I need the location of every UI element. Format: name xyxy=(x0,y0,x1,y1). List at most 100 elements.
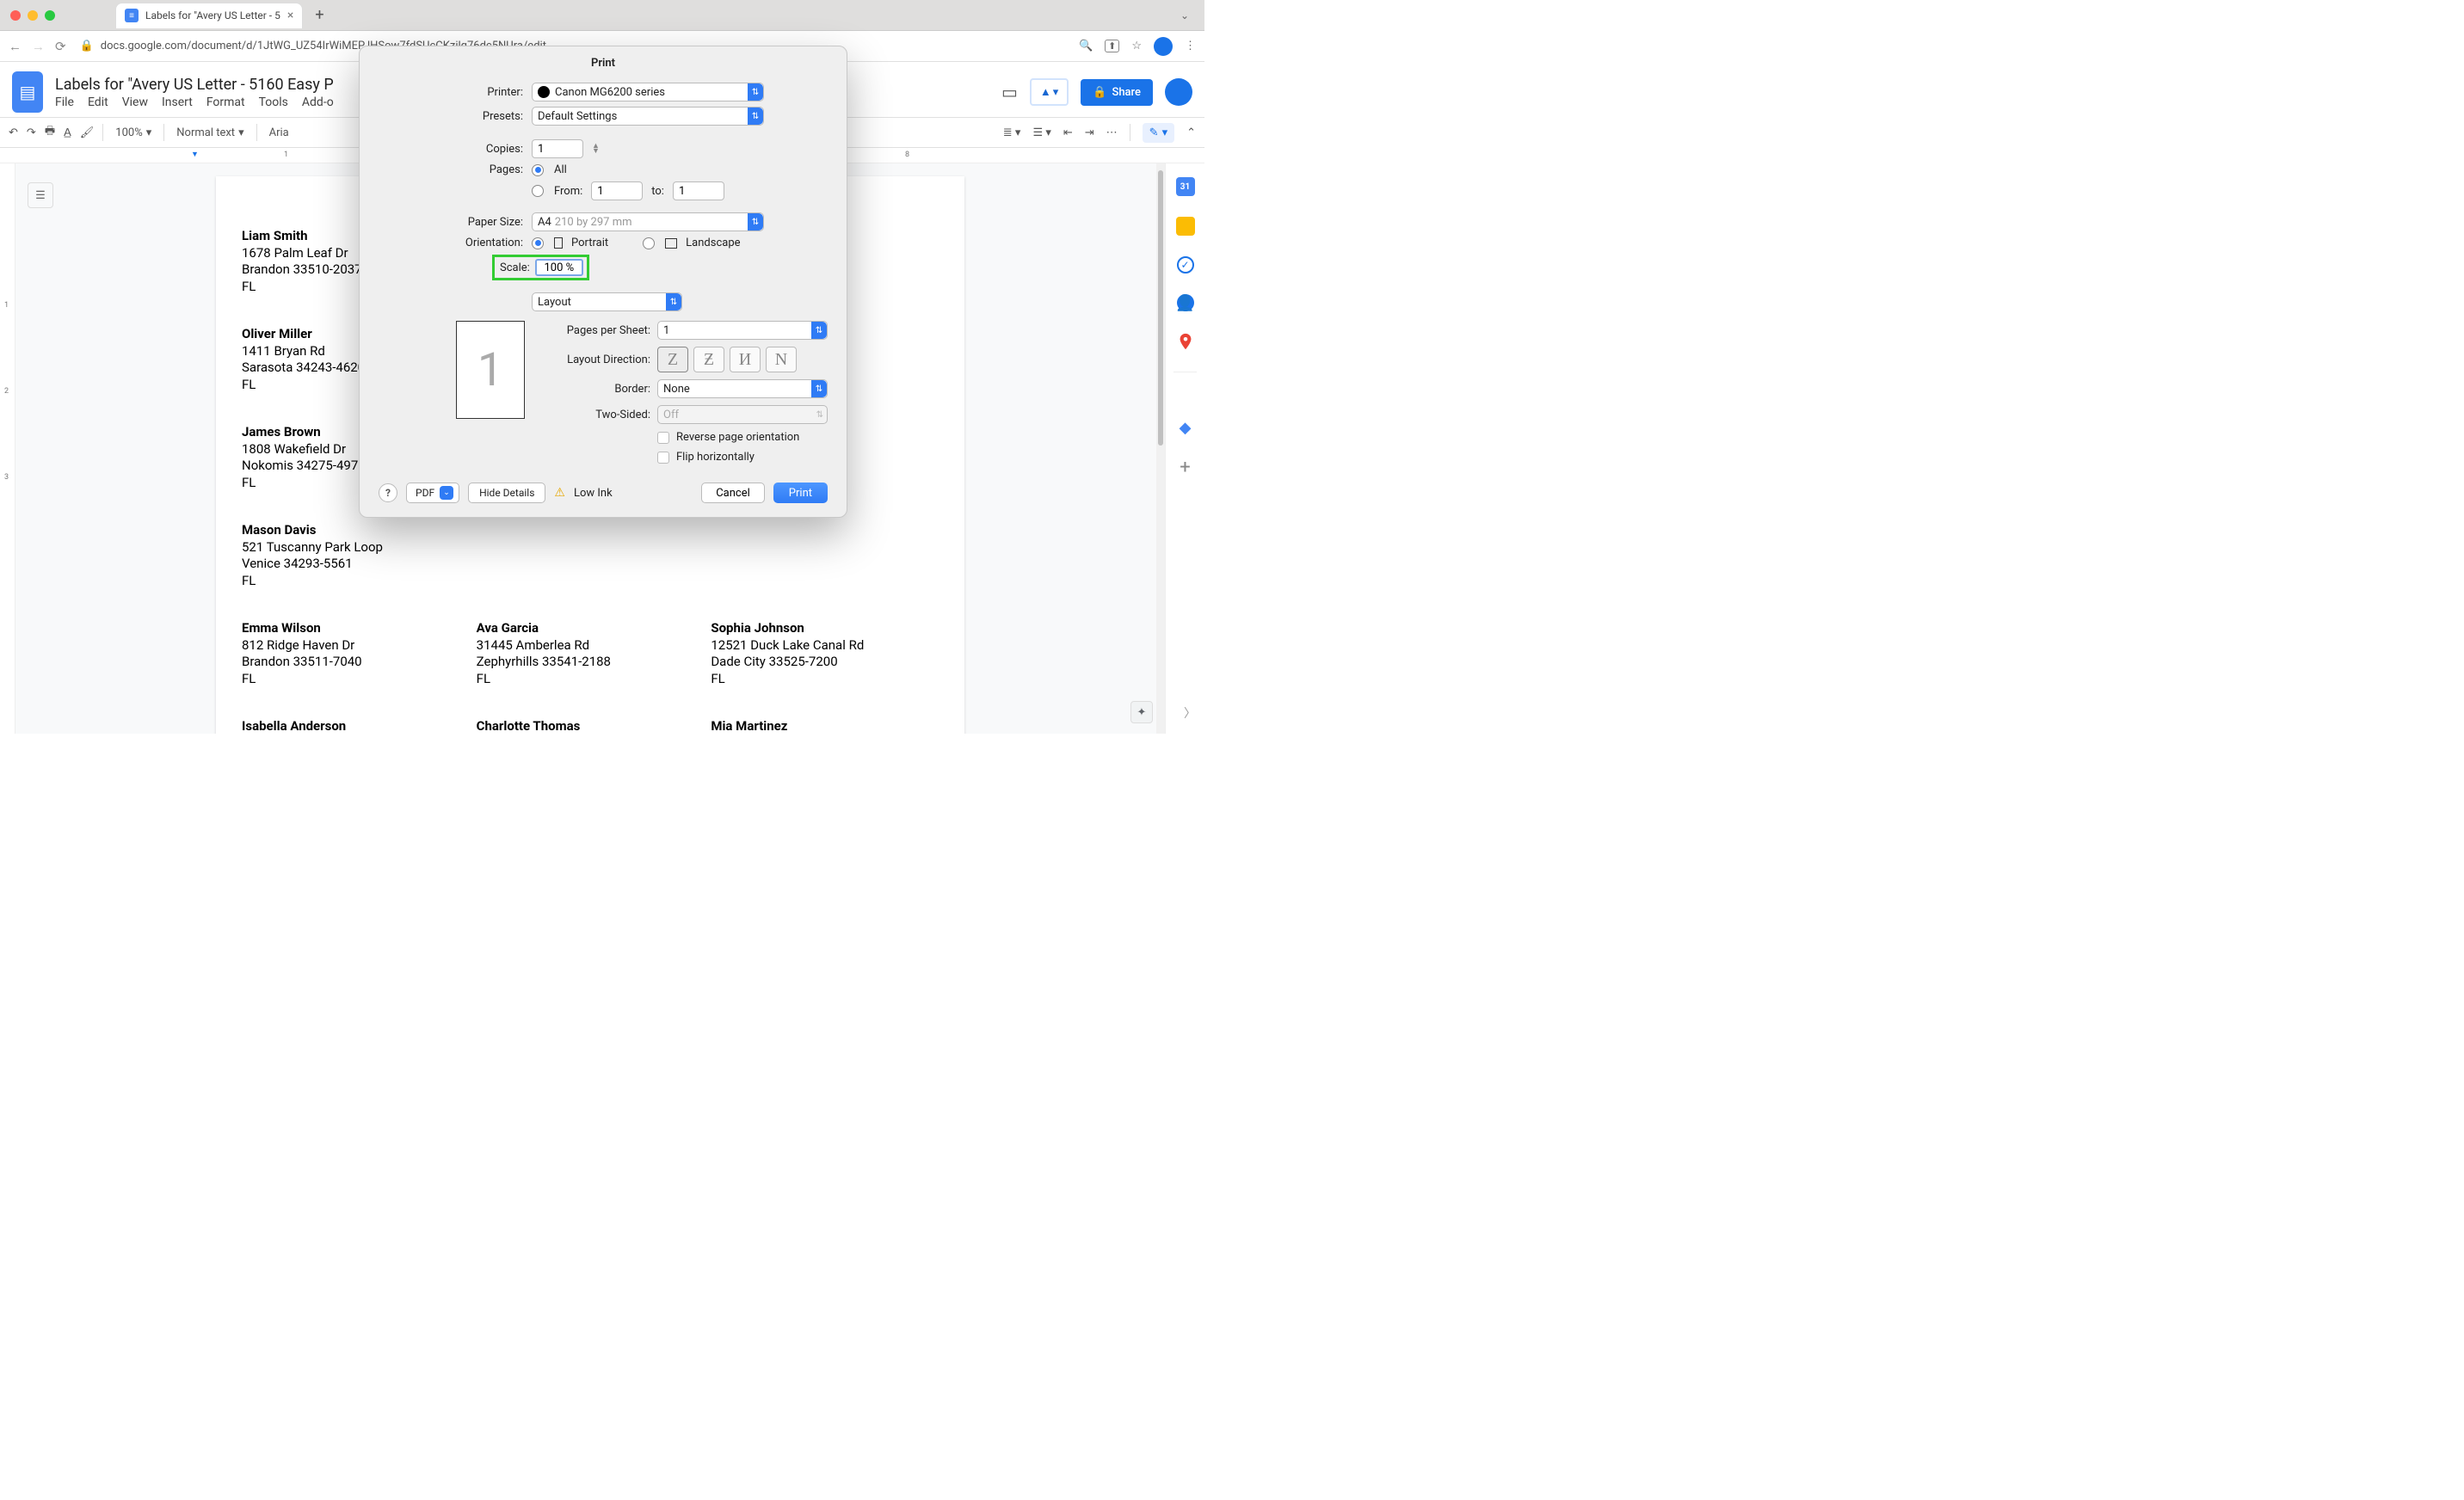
copies-label: Copies: xyxy=(379,143,523,156)
close-window-icon[interactable] xyxy=(10,10,21,21)
tasks-icon[interactable]: ✓ xyxy=(1177,256,1194,274)
presets-select[interactable]: Default Settings ⇅ xyxy=(532,107,764,126)
menu-addons[interactable]: Add-o xyxy=(302,95,334,109)
indent-marker-icon[interactable]: ▼ xyxy=(191,150,199,159)
collapse-toolbar-icon[interactable]: ⌃ xyxy=(1186,126,1196,139)
spellcheck-icon[interactable]: A̲ xyxy=(64,126,71,139)
browser-actions: 🔍 ⬆ ☆ ⋮ xyxy=(1079,37,1196,56)
paper-size-select[interactable]: A4 210 by 297 mm ⇅ xyxy=(532,212,764,231)
printer-label: Printer: xyxy=(379,86,523,99)
outline-toggle-button[interactable]: ☰ xyxy=(28,182,53,208)
calendar-icon[interactable]: 31 xyxy=(1176,177,1195,196)
cancel-button[interactable]: Cancel xyxy=(701,483,765,503)
menu-view[interactable]: View xyxy=(122,95,148,109)
install-icon[interactable]: ⬆ xyxy=(1105,40,1119,52)
bulleted-list-icon[interactable]: ≣ ▾ xyxy=(1003,126,1021,139)
keep-icon[interactable] xyxy=(1176,217,1195,236)
back-icon[interactable]: ← xyxy=(9,39,22,54)
explore-button[interactable]: ✦ xyxy=(1130,701,1153,723)
browser-menu-icon[interactable]: ⋮ xyxy=(1185,40,1196,52)
present-button[interactable]: ▲▾ xyxy=(1030,78,1069,106)
close-tab-icon[interactable]: × xyxy=(287,9,293,22)
pages-all-radio[interactable] xyxy=(532,164,544,176)
browser-tab[interactable]: ≡ Labels for "Avery US Letter - 5 × xyxy=(115,3,303,28)
orientation-portrait-radio[interactable] xyxy=(532,237,544,249)
pdf-menu-button[interactable]: PDF ⌄ xyxy=(406,483,459,503)
layout-dir-1[interactable]: Z xyxy=(657,347,688,372)
share-button[interactable]: 🔒 Share xyxy=(1081,79,1153,106)
addon-icon[interactable]: ◆ xyxy=(1176,418,1195,437)
redo-icon[interactable]: ↷ xyxy=(27,126,36,139)
address-label: Charlotte Thomas14603 Sydney RdDover 335… xyxy=(477,718,705,734)
print-button[interactable]: Print xyxy=(773,483,828,503)
menu-format[interactable]: Format xyxy=(206,95,245,109)
sidepanel-collapse-icon[interactable]: 〉 xyxy=(1184,704,1196,722)
style-select[interactable]: Normal text▾ xyxy=(173,126,247,139)
add-addon-icon[interactable]: + xyxy=(1176,458,1195,476)
address-label: Ava Garcia31445 Amberlea RdZephyrhills 3… xyxy=(477,620,705,687)
reload-icon[interactable]: ⟳ xyxy=(55,39,66,54)
maps-icon[interactable] xyxy=(1176,332,1195,351)
docs-logo-icon[interactable]: ▤ xyxy=(12,71,43,113)
numbered-list-icon[interactable]: ☰ ▾ xyxy=(1032,126,1050,139)
font-select[interactable]: Aria xyxy=(266,126,293,139)
layout-dir-4[interactable]: N xyxy=(766,347,797,372)
menu-tools[interactable]: Tools xyxy=(259,95,288,109)
contacts-icon[interactable]: 👤 xyxy=(1177,294,1194,311)
more-icon[interactable]: ⋯ xyxy=(1106,126,1118,139)
indent-increase-icon[interactable]: ⇥ xyxy=(1085,126,1094,139)
printer-select[interactable]: Canon MG6200 series ⇅ xyxy=(532,83,764,101)
tabs-menu-icon[interactable]: ⌄ xyxy=(1180,9,1189,22)
select-caret-icon: ⇅ xyxy=(748,83,763,101)
address-label: Emma Wilson812 Ridge Haven DrBrandon 335… xyxy=(242,620,470,687)
comments-icon[interactable]: ▭ xyxy=(1001,82,1018,102)
menu-edit[interactable]: Edit xyxy=(88,95,108,109)
stepper-icon[interactable]: ▲▼ xyxy=(592,144,600,154)
reverse-orientation-checkbox[interactable] xyxy=(657,432,669,444)
paint-format-icon[interactable]: 🖌 xyxy=(80,126,95,139)
account-avatar-icon[interactable] xyxy=(1165,78,1192,106)
undo-icon[interactable]: ↶ xyxy=(9,126,18,139)
layout-dir-2[interactable]: Ƶ xyxy=(693,347,724,372)
presets-label: Presets: xyxy=(379,110,523,123)
bookmark-icon[interactable]: ☆ xyxy=(1131,40,1142,52)
pages-per-sheet-select[interactable]: 1 ⇅ xyxy=(657,321,828,340)
landscape-icon xyxy=(665,238,677,249)
minimize-window-icon[interactable] xyxy=(28,10,38,21)
menu-file[interactable]: File xyxy=(55,95,74,109)
forward-icon[interactable]: → xyxy=(32,39,45,54)
zoom-select[interactable]: 100%▾ xyxy=(112,126,155,139)
border-select[interactable]: None ⇅ xyxy=(657,379,828,398)
pages-from-input[interactable] xyxy=(591,181,643,200)
help-button[interactable]: ? xyxy=(379,483,397,502)
fullscreen-window-icon[interactable] xyxy=(45,10,55,21)
chevron-down-icon: ▾ xyxy=(238,126,244,139)
page-preview: 1 xyxy=(456,321,525,419)
section-select[interactable]: Layout ⇅ xyxy=(532,292,682,311)
editing-mode-button[interactable]: ✎▾ xyxy=(1143,123,1174,143)
hide-details-button[interactable]: Hide Details xyxy=(468,483,545,503)
new-tab-button[interactable]: + xyxy=(315,6,323,24)
copies-input[interactable] xyxy=(532,139,583,158)
menu-insert[interactable]: Insert xyxy=(162,95,193,109)
two-sided-select: Off ⇅ xyxy=(657,405,828,424)
zoom-icon[interactable]: 🔍 xyxy=(1079,40,1093,52)
orientation-landscape-radio[interactable] xyxy=(643,237,655,249)
indent-decrease-icon[interactable]: ⇤ xyxy=(1063,126,1073,139)
pages-to-input[interactable] xyxy=(673,181,724,200)
profile-avatar-icon[interactable] xyxy=(1154,37,1173,56)
chevron-down-icon: ▾ xyxy=(1162,126,1168,139)
vertical-ruler[interactable]: 1 2 3 xyxy=(0,163,15,734)
print-icon[interactable]: 🖶 xyxy=(45,123,55,142)
pages-range-radio[interactable] xyxy=(532,185,544,197)
window-titlebar: ≡ Labels for "Avery US Letter - 5 × + ⌄ xyxy=(0,0,1204,31)
printer-value: Canon MG6200 series xyxy=(555,86,665,99)
address-label xyxy=(477,522,705,589)
layout-dir-3[interactable]: И xyxy=(730,347,761,372)
scrollbar-thumb[interactable] xyxy=(1158,170,1163,446)
scale-input[interactable] xyxy=(535,259,583,276)
flip-horizontally-checkbox[interactable] xyxy=(657,452,669,464)
dialog-footer: ? PDF ⌄ Hide Details ⚠ Low Ink Cancel Pr… xyxy=(360,470,847,503)
scrollbar-track[interactable] xyxy=(1156,163,1165,734)
two-sided-label: Two-Sided: xyxy=(540,409,650,421)
